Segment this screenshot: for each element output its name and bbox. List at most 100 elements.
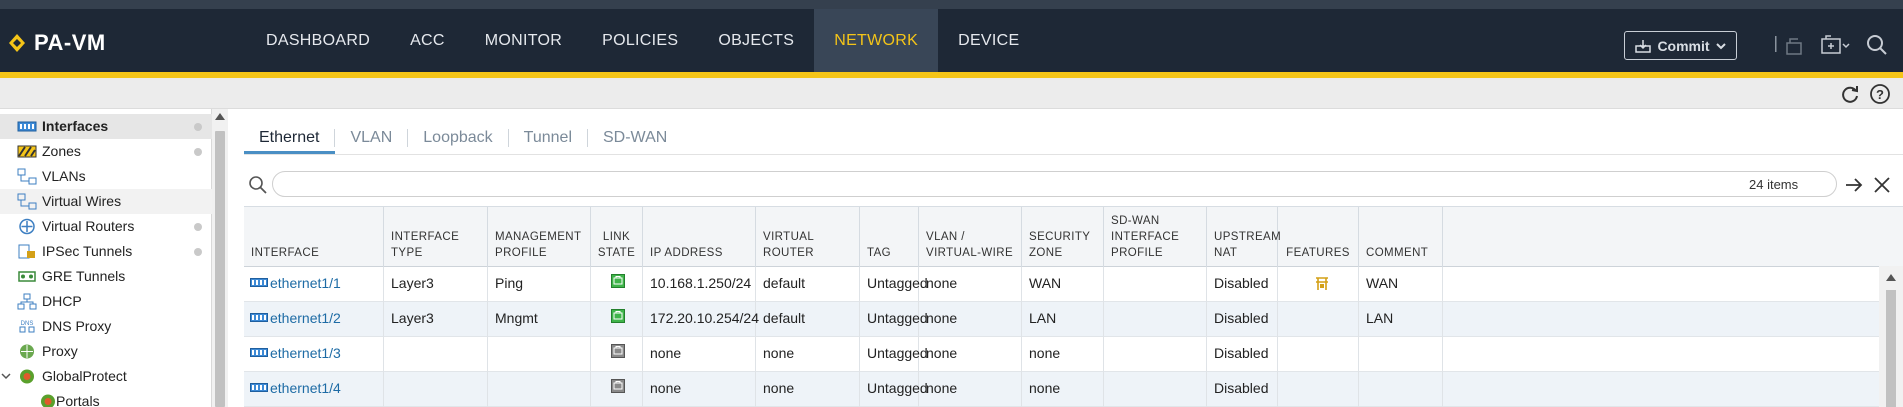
commit-button[interactable]: Commit [1624,31,1737,60]
scrollbar-thumb[interactable] [1886,290,1896,407]
sidebar-item-ipsec-tunnels[interactable]: IPSec Tunnels [0,239,212,264]
cell-link-state [591,337,643,372]
filter-input[interactable] [272,171,1837,197]
svg-text:?: ? [1876,87,1884,102]
cell-sd-wan-profile [1104,267,1207,302]
tab-sd-wan[interactable]: SD-WAN [588,129,682,147]
sidebar-item-proxy[interactable]: Proxy [0,339,212,364]
sidebar-scrollbar[interactable] [212,109,228,407]
interface-link[interactable]: ethernet1/3 [270,345,341,361]
table-row[interactable]: ethernet1/1 Layer3 Ping 10.168.1.250/24 … [244,267,1903,302]
table-header: INTERFACE INTERFACE TYPE MANAGEMENT PROF… [244,206,1903,267]
chevron-down-icon[interactable] [1,371,11,381]
cell-virtual-router: default [756,267,860,302]
cell-virtual-router: default [756,302,860,337]
link-up-icon[interactable] [611,309,625,323]
column-header-sd-wan-interface-profile[interactable]: SD-WAN INTERFACE PROFILE [1104,207,1207,267]
sidebar-item-zones[interactable]: Zones [0,139,212,164]
sidebar-item-interfaces[interactable]: Interfaces [0,114,212,139]
link-up-icon[interactable] [611,274,625,288]
cell-vlan-virtual-wire: none [919,337,1022,372]
cell-sd-wan-profile [1104,337,1207,372]
sidebar-item-label: Virtual Routers [42,218,135,234]
column-header-features[interactable]: FEATURES [1278,207,1359,267]
sidebar-item-label: Interfaces [42,118,109,134]
nav-tab-device[interactable]: DEVICE [938,9,1039,72]
link-unknown-icon[interactable] [611,344,625,358]
cell-interface[interactable]: ethernet1/1 [244,267,384,302]
tab-tunnel[interactable]: Tunnel [509,129,587,147]
column-header-management-profile[interactable]: MANAGEMENT PROFILE [488,207,591,267]
column-header-link-state[interactable]: LINK STATE [591,207,643,267]
svg-text:DNS: DNS [21,321,34,327]
nav-tab-monitor[interactable]: MONITOR [465,9,582,72]
cell-vlan-virtual-wire: none [919,267,1022,302]
cell-features [1278,302,1359,337]
column-header-vlan-virtual-wire[interactable]: VLAN / VIRTUAL-WIRE [919,207,1022,267]
nav-tab-policies[interactable]: POLICIES [582,9,698,72]
cell-upstream-nat: Disabled [1207,267,1278,302]
interfaces-icon [17,121,37,132]
chevron-down-icon [1715,42,1726,49]
column-header-comment[interactable]: COMMENT [1359,207,1443,267]
sidebar-item-virtual-wires[interactable]: Virtual Wires [0,189,212,214]
cell-virtual-router: none [756,372,860,407]
dns-proxy-icon: DNS [19,321,35,333]
sidebar-item-dns-proxy[interactable]: DNS DNS Proxy [0,314,212,339]
cell-security-zone: WAN [1022,267,1104,302]
sidebar-item-virtual-routers[interactable]: Virtual Routers [0,214,212,239]
cell-tag: Untagged [860,302,928,337]
column-header-tag[interactable]: TAG [860,207,919,267]
config-icon[interactable] [1820,34,1852,61]
interface-link[interactable]: ethernet1/2 [270,310,341,326]
interface-link[interactable]: ethernet1/4 [270,380,341,396]
item-count: 24 items [1749,177,1799,192]
sidebar-item-vlans[interactable]: VLANs [0,164,212,189]
nav-tab-objects[interactable]: OBJECTS [698,9,814,72]
feature-icon[interactable] [1315,275,1329,291]
link-unknown-icon[interactable] [611,379,625,393]
ethernet-port-icon [250,313,268,322]
column-header-interface[interactable]: INTERFACE [244,207,384,267]
interface-link[interactable]: ethernet1/1 [270,275,341,291]
refresh-icon[interactable] [1839,83,1861,105]
cell-interface[interactable]: ethernet1/2 [244,302,384,337]
status-dot [194,223,202,231]
table-row[interactable]: ethernet1/4 none none Untagged none none… [244,372,1903,407]
header-top-stripe [0,0,1903,9]
lock-icon[interactable] [1783,34,1805,61]
table-row[interactable]: ethernet1/2 Layer3 Mngmt 172.20.10.254/2… [244,302,1903,337]
cell-link-state [591,267,643,302]
column-header-interface-type[interactable]: INTERFACE TYPE [384,207,488,267]
search-icon[interactable] [1866,34,1888,61]
apply-filter-icon[interactable] [1844,175,1864,195]
tab-loopback[interactable]: Loopback [408,129,507,147]
column-header-virtual-router[interactable]: VIRTUAL ROUTER [756,207,860,267]
table-row[interactable]: ethernet1/3 none none Untagged none none… [244,337,1903,372]
cell-interface[interactable]: ethernet1/3 [244,337,384,372]
help-icon[interactable]: ? [1869,83,1891,105]
scrollbar-thumb[interactable] [215,131,225,407]
divider [244,154,1903,155]
nav-tab-dashboard[interactable]: DASHBOARD [246,9,390,72]
sidebar-item-dhcp[interactable]: DHCP [0,289,212,314]
tab-vlan[interactable]: VLAN [335,129,407,147]
nav-tab-acc[interactable]: ACC [390,9,465,72]
column-header-ip-address[interactable]: IP ADDRESS [643,207,756,267]
cell-upstream-nat: Disabled [1207,337,1278,372]
column-header-security-zone[interactable]: SECURITY ZONE [1022,207,1104,267]
column-header-upstream-nat[interactable]: UPSTREAM NAT [1207,207,1281,267]
scroll-up-icon[interactable] [1886,274,1896,281]
tab-ethernet[interactable]: Ethernet [244,129,334,147]
cell-interface[interactable]: ethernet1/4 [244,372,384,407]
sidebar-item-gre-tunnels[interactable]: GRE Tunnels [0,264,212,289]
sidebar-item-globalprotect[interactable]: GlobalProtect [0,364,212,389]
scroll-up-icon[interactable] [215,113,225,120]
table-scrollbar[interactable] [1879,266,1903,407]
nav-tab-network[interactable]: NETWORK [814,9,939,72]
logo[interactable]: PA-VM [8,30,106,56]
main-nav: DASHBOARD ACC MONITOR POLICIES OBJECTS N… [246,9,1039,72]
sidebar-item-portals[interactable]: Portals [0,389,212,407]
clear-filter-icon[interactable] [1872,175,1892,195]
proxy-icon [20,344,34,359]
